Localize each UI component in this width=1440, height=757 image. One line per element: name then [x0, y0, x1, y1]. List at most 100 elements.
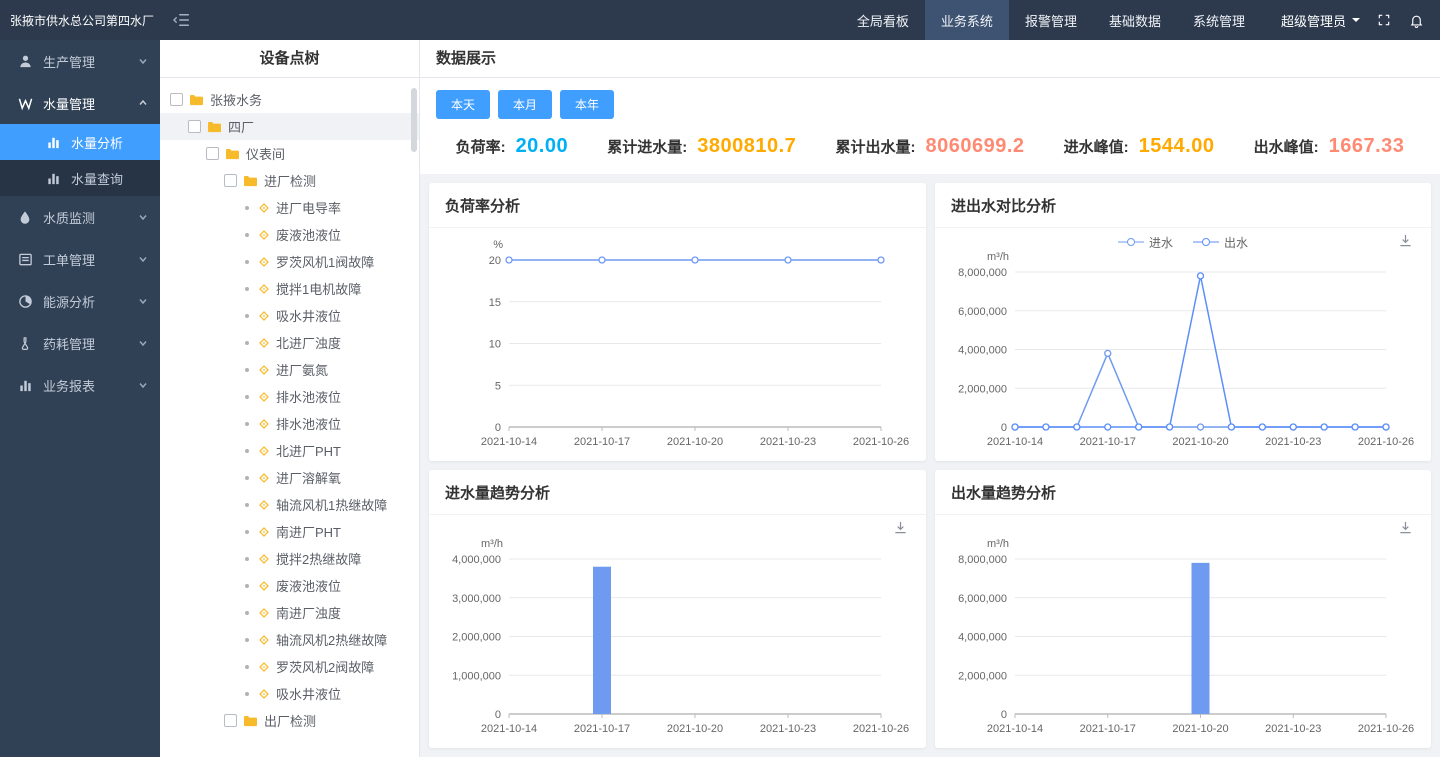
svg-text:2021-10-23: 2021-10-23: [1265, 723, 1321, 735]
legend-item[interactable]: 出水: [1193, 234, 1248, 251]
folder-icon: [189, 93, 204, 106]
chart-title: 进出水对比分析: [935, 183, 1431, 228]
load-rate-chart: 05101520%2021-10-142021-10-172021-10-202…: [429, 228, 926, 461]
tree-leaf-node[interactable]: 吸水井液位: [160, 680, 419, 707]
svg-text:10: 10: [489, 339, 501, 351]
folder-icon: [243, 714, 258, 727]
tree-leaf-node[interactable]: 南进厂浊度: [160, 599, 419, 626]
download-icon[interactable]: [1398, 520, 1413, 540]
svg-text:4,000,000: 4,000,000: [958, 345, 1007, 357]
tag-icon: [258, 688, 270, 700]
tag-icon: [258, 229, 270, 241]
tree-checkbox[interactable]: [188, 120, 201, 133]
tree-scrollbar[interactable]: [411, 88, 417, 152]
tree-checkbox[interactable]: [170, 93, 183, 106]
nav-item[interactable]: 全局看板: [841, 0, 925, 40]
tag-icon: [258, 580, 270, 592]
svg-text:2021-10-17: 2021-10-17: [1080, 723, 1136, 735]
svg-text:8,000,000: 8,000,000: [958, 267, 1007, 279]
tree-leaf-node[interactable]: 轴流风机2热继故障: [160, 626, 419, 653]
tree-leaf-node[interactable]: 进厂溶解氧: [160, 464, 419, 491]
svg-text:2021-10-14: 2021-10-14: [987, 436, 1043, 448]
tree-leaf-node[interactable]: 搅拌2热继故障: [160, 545, 419, 572]
nav-item[interactable]: 业务系统: [925, 0, 1009, 40]
tree-leaf-node[interactable]: 轴流风机1热继故障: [160, 491, 419, 518]
svg-text:2,000,000: 2,000,000: [958, 383, 1007, 395]
svg-text:2021-10-17: 2021-10-17: [574, 436, 630, 448]
nav-item[interactable]: 报警管理: [1009, 0, 1093, 40]
download-icon[interactable]: [1398, 233, 1413, 253]
tree-leaf-node[interactable]: 北进厂PHT: [160, 437, 419, 464]
menu-collapse-icon[interactable]: [172, 13, 190, 27]
sidebar-item[interactable]: 生产管理: [0, 40, 160, 82]
tree-node-label: 搅拌1电机故障: [276, 279, 361, 298]
nav-item[interactable]: 系统管理: [1177, 0, 1261, 40]
sidebar-item[interactable]: 业务报表: [0, 364, 160, 406]
bell-icon[interactable]: [1409, 13, 1424, 28]
sidebar-item[interactable]: 工单管理: [0, 238, 160, 280]
tree-leaf-node[interactable]: 北进厂浊度: [160, 329, 419, 356]
tree-folder-node[interactable]: 出厂检测: [160, 707, 419, 734]
sidebar-item[interactable]: 能源分析: [0, 280, 160, 322]
tree-checkbox[interactable]: [206, 147, 219, 160]
chevron-down-icon: [138, 56, 148, 66]
sidebar-subitem[interactable]: 水量分析: [0, 124, 160, 160]
tree-leaf-node[interactable]: 进厂氨氮: [160, 356, 419, 383]
tree-leaf-node[interactable]: 废液池液位: [160, 221, 419, 248]
legend-item[interactable]: 进水: [1118, 234, 1173, 251]
tree-leaf-node[interactable]: 废液池液位: [160, 572, 419, 599]
charts-grid: 负荷率分析 05101520%2021-10-142021-10-172021-…: [420, 174, 1440, 757]
tree-leaf-node[interactable]: 搅拌1电机故障: [160, 275, 419, 302]
outflow-trend-chart: 02,000,0004,000,0006,000,0008,000,000m³/…: [935, 515, 1431, 748]
stat-label: 进水峰值:: [1064, 136, 1129, 157]
tree-folder-node[interactable]: 张掖水务: [160, 86, 419, 113]
folder-icon: [207, 120, 222, 133]
tree-folder-node[interactable]: 仪表间: [160, 140, 419, 167]
svg-text:2021-10-17: 2021-10-17: [1080, 436, 1136, 448]
tree-leaf-node[interactable]: 罗茨风机1阀故障: [160, 248, 419, 275]
tree-leaf-node[interactable]: 罗茨风机2阀故障: [160, 653, 419, 680]
tree-folder-node[interactable]: 四厂: [160, 113, 419, 140]
period-tab[interactable]: 本天: [436, 90, 490, 119]
svg-text:m³/h: m³/h: [987, 251, 1009, 263]
bullet-icon: [245, 206, 249, 210]
nav-item[interactable]: 基础数据: [1093, 0, 1177, 40]
user-menu[interactable]: 超级管理员: [1281, 11, 1360, 30]
tree-leaf-node[interactable]: 进厂电导率: [160, 194, 419, 221]
tree-leaf-node[interactable]: 吸水井液位: [160, 302, 419, 329]
fullscreen-icon[interactable]: [1377, 13, 1391, 27]
tree-panel-title: 设备点树: [160, 40, 419, 78]
tree-checkbox[interactable]: [224, 174, 237, 187]
sidebar-item[interactable]: 药耗管理: [0, 322, 160, 364]
stat-value: 8060699.2: [925, 135, 1024, 158]
svg-text:3,000,000: 3,000,000: [452, 593, 501, 605]
svg-text:0: 0: [495, 422, 501, 434]
stat-label: 出水峰值:: [1254, 136, 1319, 157]
sidebar-subitem[interactable]: 水量查询: [0, 160, 160, 196]
top-nav: 全局看板业务系统报警管理基础数据系统管理: [841, 0, 1261, 40]
user-name: 超级管理员: [1281, 11, 1346, 30]
sidebar-item[interactable]: 水质监测: [0, 196, 160, 238]
folder-icon: [243, 174, 258, 187]
download-icon[interactable]: [893, 520, 908, 540]
period-tab[interactable]: 本年: [560, 90, 614, 119]
svg-text:m³/h: m³/h: [987, 538, 1009, 550]
main-content: 数据展示 本天本月本年 负荷率:20.00累计进水量:3800810.7累计出水…: [420, 40, 1440, 757]
tag-icon: [258, 661, 270, 673]
svg-text:m³/h: m³/h: [481, 538, 503, 550]
report-icon: [18, 378, 34, 393]
sidebar-item-label: 水质监测: [43, 208, 95, 227]
bullet-icon: [245, 611, 249, 615]
tree-checkbox[interactable]: [224, 714, 237, 727]
tree-folder-node[interactable]: 进厂检测: [160, 167, 419, 194]
bullet-icon: [245, 368, 249, 372]
tree-leaf-node[interactable]: 排水池液位: [160, 410, 419, 437]
tree-leaf-node[interactable]: 排水池液位: [160, 383, 419, 410]
tree-leaf-node[interactable]: 南进厂PHT: [160, 518, 419, 545]
sidebar-item[interactable]: 水量管理: [0, 82, 160, 124]
stat-item: 出水峰值:1667.33: [1254, 135, 1405, 158]
period-tab[interactable]: 本月: [498, 90, 552, 119]
bullet-icon: [245, 422, 249, 426]
chart-title: 负荷率分析: [429, 183, 926, 228]
tag-icon: [258, 472, 270, 484]
